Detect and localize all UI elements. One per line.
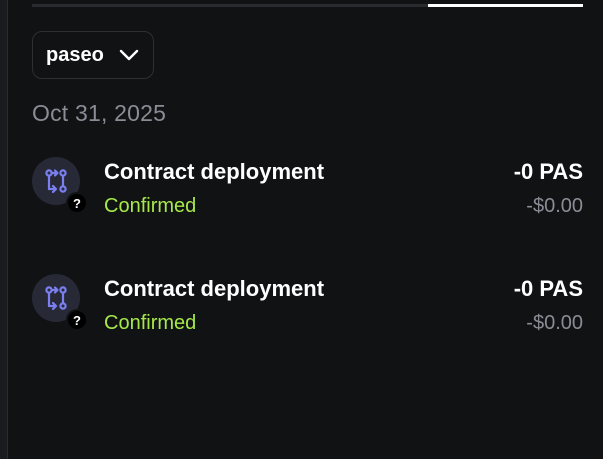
- date-group-heading: Oct 31, 2025: [32, 100, 167, 126]
- transaction-fiat-amount: -$0.00: [526, 195, 583, 217]
- transaction-icon: ?: [32, 274, 88, 331]
- transaction-title: Contract deployment: [104, 276, 325, 301]
- transaction-row[interactable]: ? Contract deployment Confirmed -0 PAS -…: [32, 151, 583, 223]
- chevron-down-icon: [119, 49, 139, 61]
- transaction-status: Confirmed: [104, 312, 197, 334]
- transaction-row[interactable]: ? Contract deployment Confirmed -0 PAS -…: [32, 268, 583, 340]
- transaction-title: Contract deployment: [104, 159, 325, 184]
- transaction-fiat-amount: -$0.00: [526, 312, 583, 334]
- tab-active-indicator[interactable]: [428, 4, 583, 7]
- left-panel-edge: [0, 0, 8, 459]
- network-select-value: paseo: [46, 43, 104, 66]
- unknown-badge-icon: ?: [66, 309, 88, 331]
- transaction-icon: ?: [32, 157, 88, 214]
- unknown-badge-icon: ?: [66, 192, 88, 214]
- transaction-amount: -0 PAS: [513, 276, 583, 301]
- transaction-status: Confirmed: [104, 195, 197, 217]
- transaction-amount: -0 PAS: [513, 159, 583, 184]
- network-select[interactable]: paseo: [32, 31, 154, 79]
